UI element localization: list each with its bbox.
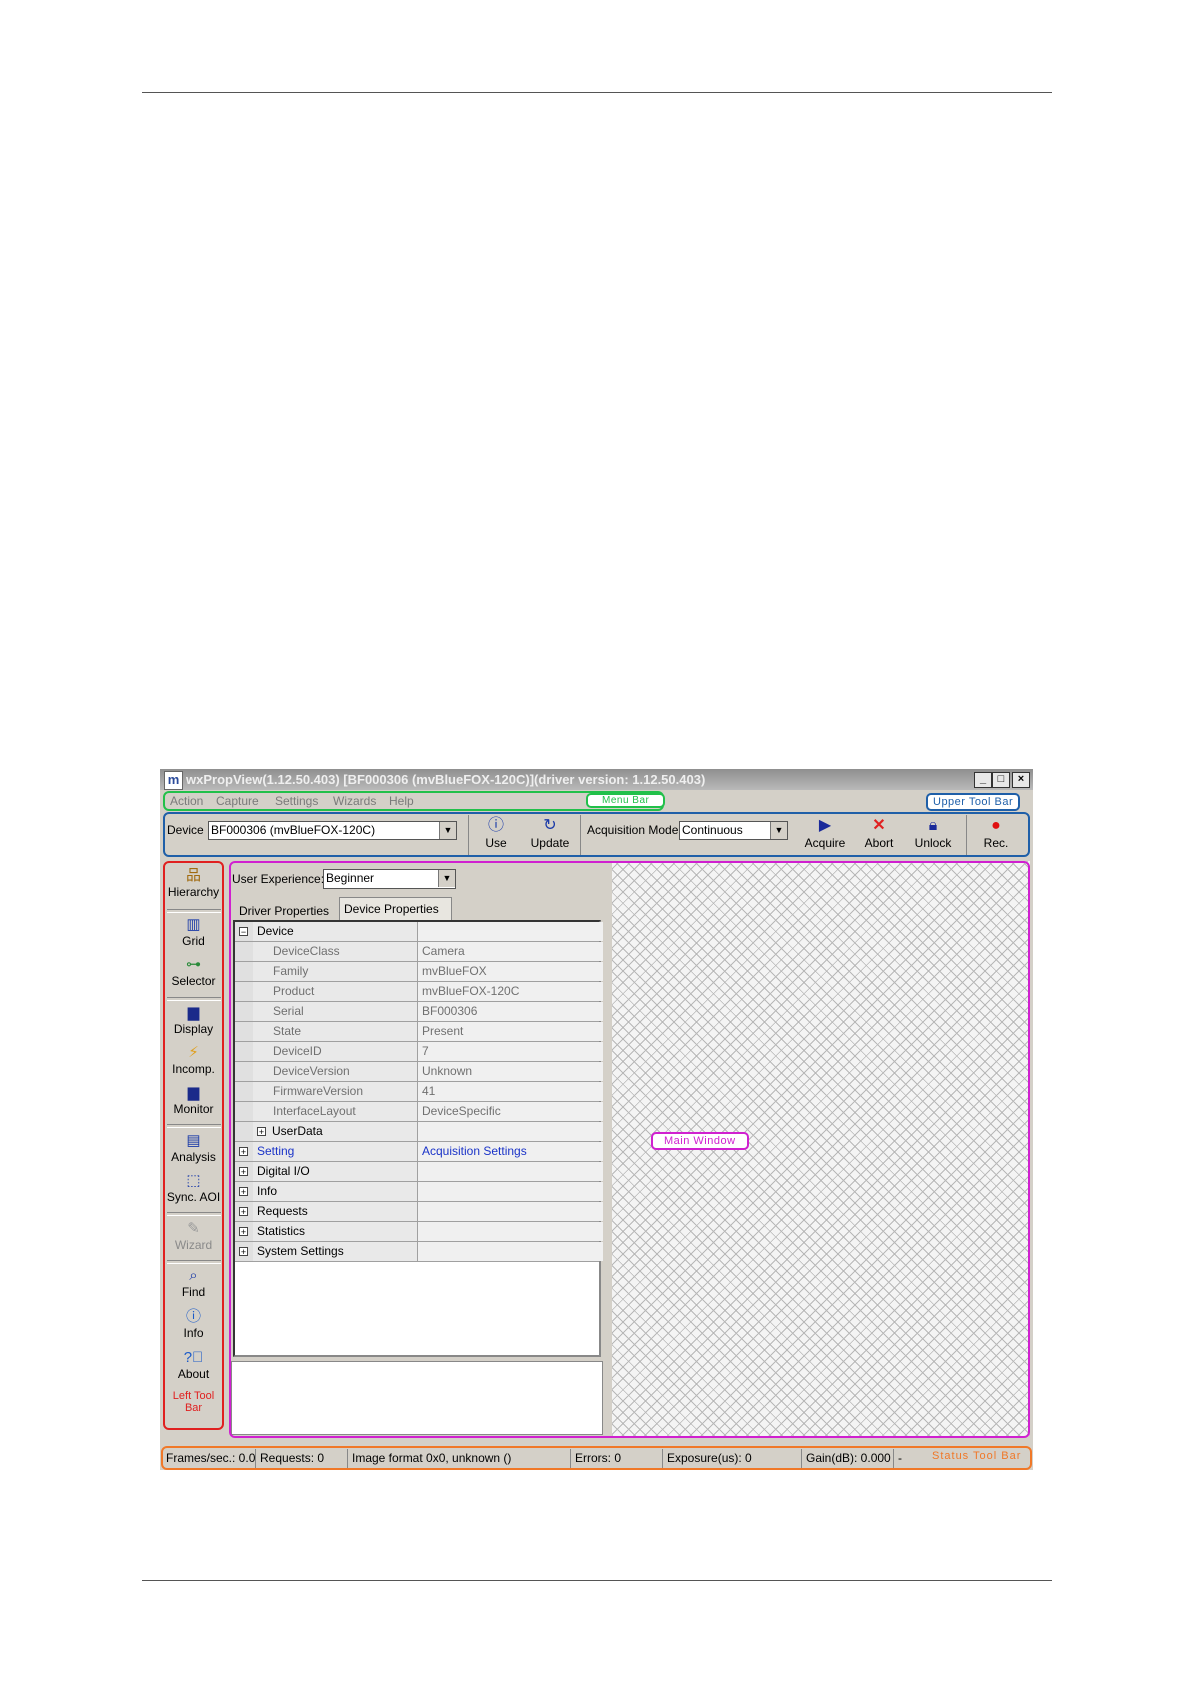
page-footer-rule <box>142 1580 1052 1581</box>
maximize-button[interactable]: □ <box>992 772 1010 788</box>
menu-bar-callout: Menu Bar <box>586 793 666 808</box>
window-title: wxPropView(1.12.50.403) [BF000306 (mvBlu… <box>186 772 706 787</box>
main-window-outline <box>229 861 1030 1438</box>
app-logo-icon: m <box>164 771 183 790</box>
page-header-rule <box>142 92 1052 93</box>
minimize-button[interactable]: _ <box>974 772 992 788</box>
main-window-callout: Main Window <box>651 1132 749 1150</box>
title-bar[interactable]: m wxPropView(1.12.50.403) [BF000306 (mvB… <box>160 769 1033 790</box>
left-tool-bar-outline <box>163 861 224 1430</box>
upper-tool-bar-callout: Upper Tool Bar <box>926 793 1021 811</box>
status-tool-bar-outline <box>161 1446 1032 1470</box>
upper-tool-bar-outline <box>163 812 1030 857</box>
close-button[interactable]: × <box>1012 772 1030 788</box>
application-window: m wxPropView(1.12.50.403) [BF000306 (mvB… <box>160 769 1033 1470</box>
